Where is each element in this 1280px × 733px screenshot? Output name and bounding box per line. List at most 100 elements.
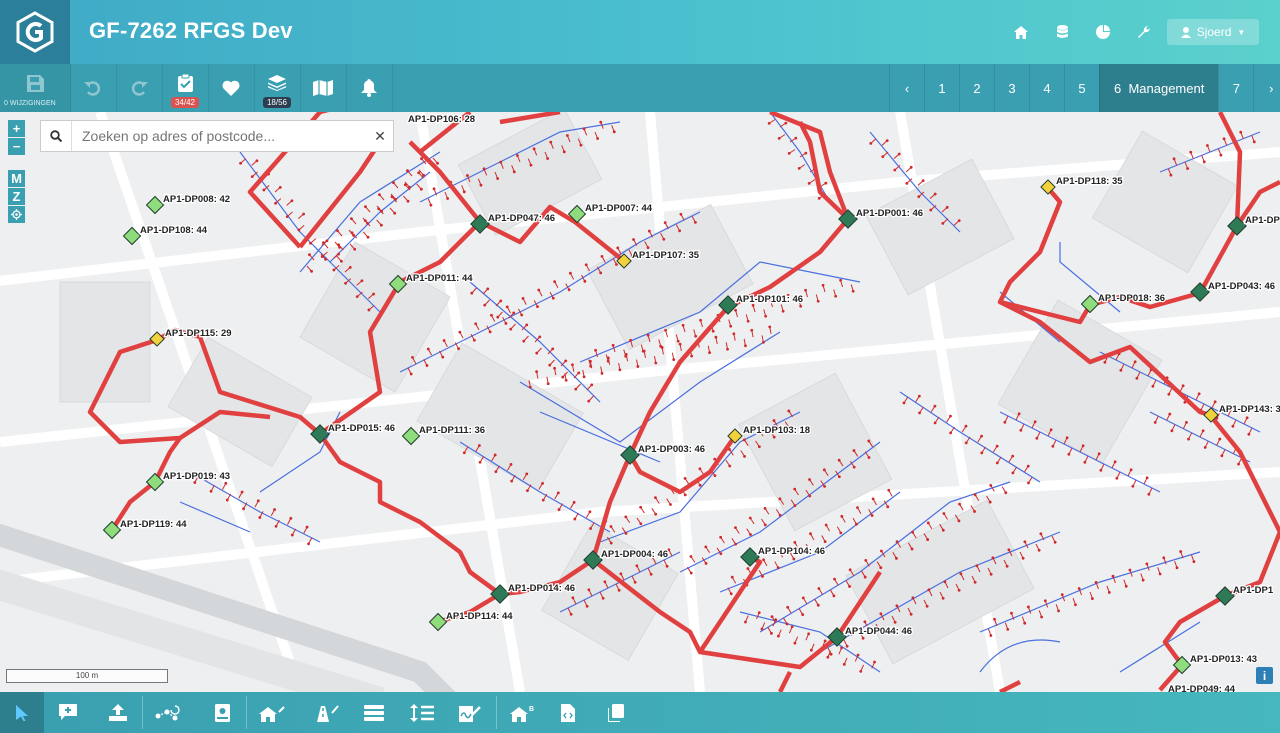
favorites-button[interactable]: [208, 64, 255, 112]
dp-label: AP1-DP043: 46: [1208, 281, 1275, 292]
page-tabs: ‹ 1 2 3 4 5 6 Management 7 ›: [889, 64, 1280, 112]
dp-marker[interactable]: AP1-DP008: 42: [145, 193, 231, 215]
dp-label: AP1-DP004: 46: [601, 549, 668, 560]
house-edit-icon[interactable]: [250, 692, 294, 733]
house-plan-icon[interactable]: B: [500, 692, 544, 733]
app-logo[interactable]: [0, 0, 70, 64]
dp-diamond[interactable]: [1215, 586, 1235, 606]
upload-icon[interactable]: [96, 692, 140, 733]
search-input[interactable]: [72, 127, 367, 145]
changes-count: 0 WIJZIGINGEN: [4, 100, 56, 107]
dp-label: AP1-DP108: 44: [140, 225, 208, 236]
add-comment-icon[interactable]: [46, 692, 90, 733]
dp-marker[interactable]: AP1-DP101: 46: [718, 293, 804, 315]
layers-badge: 18/56: [262, 97, 292, 108]
book-icon[interactable]: [200, 692, 244, 733]
dp-label: AP1-DP119: 44: [120, 519, 187, 530]
dp-label: AP1-DP1: [1233, 585, 1274, 596]
redo-icon: [131, 81, 148, 96]
layers-button[interactable]: 18/56: [254, 64, 301, 112]
dp-marker[interactable]: AP1-DP106: 28: [407, 113, 477, 127]
dp-marker[interactable]: AP1-DP015: 46: [310, 422, 396, 444]
dp-label: AP1-DP118: 35: [1056, 176, 1123, 187]
dp-marker[interactable]: AP1-DP114: 44: [428, 610, 515, 632]
undo-icon: [84, 81, 101, 96]
signature-icon[interactable]: [448, 692, 492, 733]
user-name: Sjoerd: [1196, 25, 1232, 39]
redo-button[interactable]: [116, 64, 163, 112]
dp-label: AP1-DP019: 43: [163, 471, 230, 482]
zoom-in-button[interactable]: +: [8, 120, 25, 137]
measure-button[interactable]: M: [8, 170, 25, 187]
network-refresh-icon[interactable]: [146, 692, 190, 733]
app-title: GF-7262 RFGS Dev: [89, 18, 293, 43]
tasks-button[interactable]: 34/42: [162, 64, 209, 112]
page-tab-2[interactable]: 2: [959, 64, 994, 112]
home-icon[interactable]: [1011, 22, 1031, 42]
dp-diamond[interactable]: [428, 612, 448, 632]
dp-marker[interactable]: AP1-DP013: 43: [1172, 653, 1258, 675]
save-button[interactable]: 0 WIJZIGINGEN: [0, 64, 71, 112]
locate-icon[interactable]: [8, 206, 25, 223]
dp-marker[interactable]: AP1-DP018: 36: [1080, 292, 1166, 314]
dp-marker[interactable]: AP1-DP049: 44: [1167, 683, 1237, 692]
page-tab-1[interactable]: 1: [924, 64, 959, 112]
search-icon[interactable]: [41, 121, 72, 151]
page-tab-3[interactable]: 3: [994, 64, 1029, 112]
dp-diamond[interactable]: [401, 426, 421, 446]
dp-marker[interactable]: AP1-DP047: 46: [470, 212, 556, 234]
undo-button[interactable]: [70, 64, 117, 112]
pointer-icon[interactable]: [0, 692, 44, 733]
page-tab-5[interactable]: 5: [1064, 64, 1099, 112]
zoom-extent-button[interactable]: Z: [8, 188, 25, 205]
dp-label: AP1-DP114: 44: [446, 611, 513, 622]
user-menu-button[interactable]: Sjoerd ▼: [1167, 19, 1259, 45]
dp-label: AP1-DP015: 46: [328, 423, 395, 434]
clipboard-check-icon: [177, 74, 193, 92]
page-tab-management[interactable]: 6 Management: [1099, 64, 1219, 112]
map-layer: AP1-DP106: 28 AP1-DP008: 42 AP1-DP108: 44 A…: [0, 112, 1280, 692]
chevron-down-icon: ▼: [1237, 27, 1246, 37]
dp-marker[interactable]: AP1-DP115: 29: [149, 327, 233, 347]
dp-diamond[interactable]: [145, 195, 165, 215]
dp-label: AP1-DP007: 44: [585, 203, 653, 214]
page-tab-4[interactable]: 4: [1029, 64, 1064, 112]
dp-label: AP1-DP: [1245, 215, 1280, 226]
app-header: GF-7262 RFGS Dev Sjoerd ▼: [0, 0, 1280, 64]
prev-page-icon[interactable]: ‹: [889, 64, 924, 112]
buildings: [59, 112, 1239, 665]
rows-icon[interactable]: [352, 692, 396, 733]
dp-label: AP1-DP107: 35: [632, 250, 700, 261]
tasks-badge: 34/42: [170, 97, 200, 108]
next-page-icon[interactable]: ›: [1253, 64, 1280, 112]
road-edit-icon[interactable]: [304, 692, 348, 733]
layers-icon: [268, 75, 286, 91]
zoom-out-button[interactable]: −: [8, 138, 25, 155]
pie-chart-icon[interactable]: [1093, 22, 1113, 42]
dp-label: AP1-DP008: 42: [163, 194, 230, 205]
map-icon: [313, 80, 333, 96]
wrench-icon[interactable]: [1134, 22, 1154, 42]
dp-marker[interactable]: AP1-DP: [1227, 214, 1280, 236]
copy-icon[interactable]: [594, 692, 638, 733]
dp-marker[interactable]: AP1-DP104: 46: [740, 545, 826, 567]
dp-label: AP1-DP011: 44: [406, 273, 473, 284]
dp-marker[interactable]: AP1-DP1: [1215, 584, 1275, 606]
map-button[interactable]: [300, 64, 347, 112]
dp-label: AP1-DP106: 28: [408, 114, 475, 125]
code-file-icon[interactable]: [546, 692, 590, 733]
main-toolbar: 0 WIJZIGINGEN 34/42 18/56 ‹ 1 2 3 4 5 6 …: [0, 64, 1280, 112]
dp-diamond[interactable]: [620, 445, 640, 465]
clear-search-icon[interactable]: ✕: [367, 128, 393, 145]
line-spacing-icon[interactable]: [400, 692, 444, 733]
page-tab-7[interactable]: 7: [1218, 64, 1253, 112]
dp-diamond[interactable]: [1080, 294, 1100, 314]
dp-label: AP1-DP111: 36: [419, 425, 485, 436]
map-canvas[interactable]: AP1-DP106: 28 AP1-DP008: 42 AP1-DP108: 44 A…: [0, 112, 1280, 692]
notifications-button[interactable]: [346, 64, 393, 112]
database-icon[interactable]: [1052, 22, 1072, 42]
info-button[interactable]: i: [1256, 667, 1273, 684]
dp-label: AP1-DP103: 18: [743, 425, 810, 436]
dp-label: AP1-DP014: 46: [508, 583, 575, 594]
dp-label: AP1-DP003: 46: [638, 444, 705, 455]
